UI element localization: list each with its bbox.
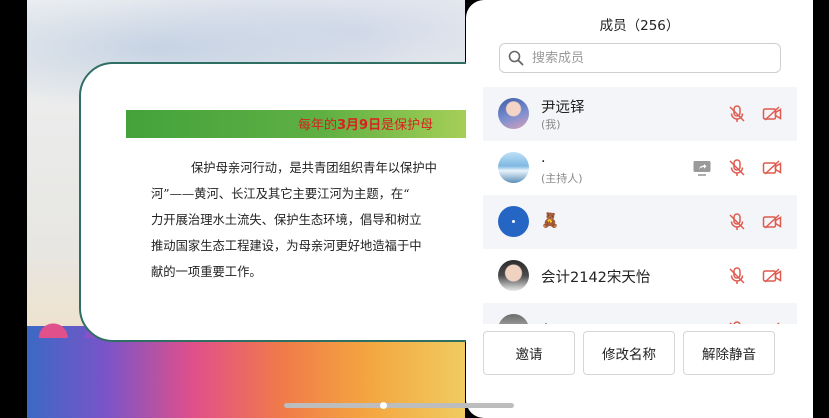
slide-heading: 每年的3月9日是保护母	[298, 114, 433, 133]
search-icon	[508, 50, 524, 66]
slide-body-line: 保护母亲河行动，是共青团组织青年以保护中	[191, 161, 437, 175]
mic-muted-icon[interactable]	[727, 212, 747, 232]
member-name: .	[541, 150, 546, 166]
home-indicator-dot	[380, 402, 387, 409]
slide-body-line: 推动国家生态工程建设，为母亲河更好地造福于中	[151, 239, 422, 253]
avatar-photo-icon	[498, 260, 529, 291]
member-row[interactable]: 鲁熙	[483, 303, 797, 324]
member-row[interactable]: 🧸	[483, 195, 797, 249]
avatar-group-icon	[498, 314, 529, 324]
member-row[interactable]: 尹远铎 (我)	[483, 87, 797, 141]
mic-muted-icon[interactable]	[727, 266, 747, 286]
member-list[interactable]: 尹远铎 (我) . (主持人) 🧸 会计2142宋天怡	[483, 87, 797, 324]
camera-off-icon[interactable]	[762, 266, 782, 286]
rename-button[interactable]: 修改名称	[583, 331, 675, 375]
slide-body-line: 献的一项重要工作。	[151, 265, 262, 279]
member-name: 会计2142宋天怡	[541, 270, 651, 286]
member-search-box[interactable]	[499, 43, 781, 73]
member-row[interactable]: 会计2142宋天怡	[483, 249, 797, 303]
members-panel-title: 成员（256）	[599, 18, 680, 34]
slide-body-text: 保护母亲河行动，是共青团组织青年以保护中 河”——黄河、长江及其它主要江河为主题…	[151, 155, 463, 285]
avatar-blue-icon	[498, 206, 529, 237]
invite-button[interactable]: 邀请	[483, 331, 575, 375]
camera-off-icon[interactable]	[762, 212, 782, 232]
slide-body-line: 河”——黄河、长江及其它主要江河为主题，在“	[151, 187, 410, 201]
camera-off-icon[interactable]	[762, 104, 782, 124]
unmute-all-button[interactable]: 解除静音	[683, 331, 775, 375]
slide-heading-prefix: 每年的	[298, 118, 338, 133]
slide-body-line: 力开展治理水土流失、保护生态环境，倡导和树立	[151, 213, 422, 227]
slide-heading-suffix: 是保护母	[381, 118, 434, 133]
screen-share-icon[interactable]	[692, 158, 712, 178]
member-name: 🧸	[541, 213, 560, 229]
camera-off-icon[interactable]	[762, 158, 782, 178]
members-panel: 成员（256） 尹远铎 (我) .	[466, 0, 813, 418]
slide-heading-date: 3月9日	[337, 118, 382, 133]
member-role: (主持人)	[541, 172, 583, 185]
mic-muted-icon[interactable]	[727, 320, 747, 324]
avatar-sky-icon	[498, 152, 529, 183]
member-name: 鲁熙	[541, 320, 570, 324]
avatar-anime-icon	[498, 98, 529, 129]
mic-muted-icon[interactable]	[727, 158, 747, 178]
home-indicator[interactable]	[284, 403, 514, 408]
mic-muted-icon[interactable]	[727, 104, 747, 124]
member-search-input[interactable]	[530, 49, 764, 67]
member-actions: 邀请 修改名称 解除静音	[483, 331, 797, 375]
member-name: 尹远铎	[541, 100, 585, 116]
member-role: (我)	[541, 118, 561, 131]
member-row[interactable]: . (主持人)	[483, 141, 797, 195]
camera-off-icon[interactable]	[762, 320, 782, 324]
